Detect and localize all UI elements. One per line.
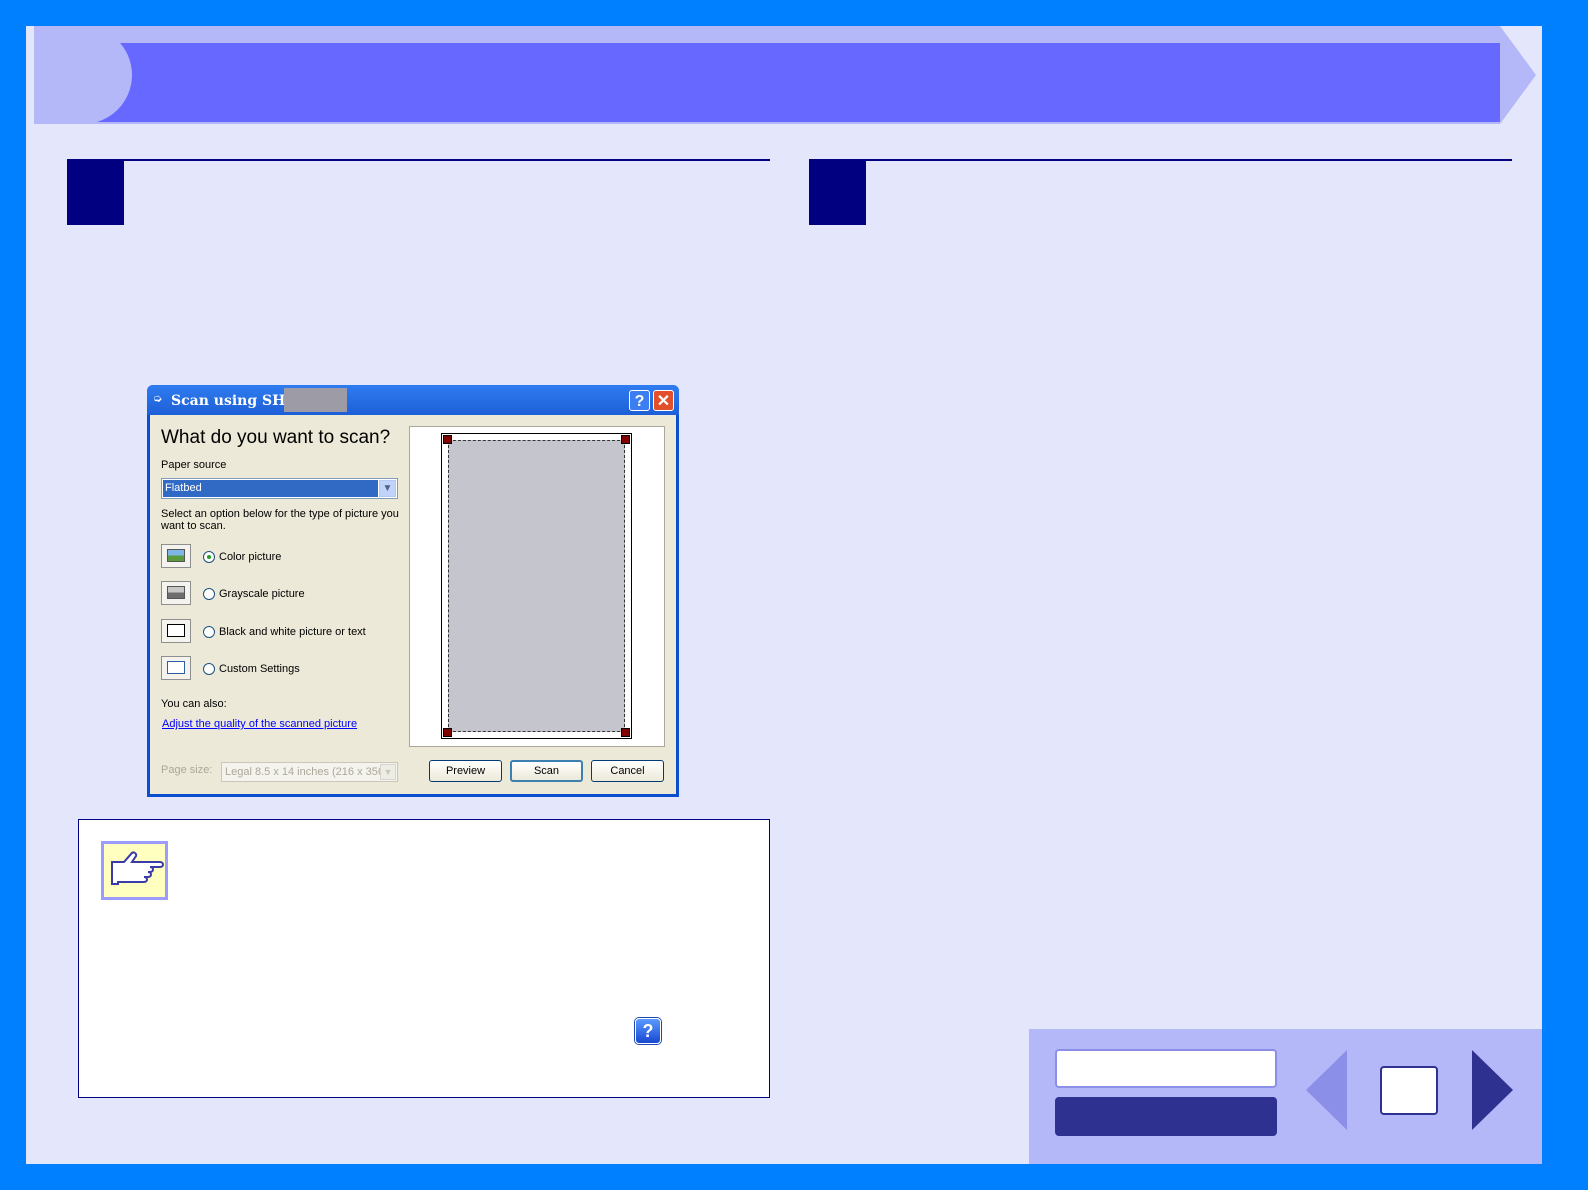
crop-handle-bottom-right[interactable] xyxy=(621,728,630,737)
color-picture-icon xyxy=(161,544,191,568)
page-number-box xyxy=(1380,1066,1438,1115)
step-2-rule xyxy=(866,159,1512,161)
grayscale-picture-label[interactable]: Grayscale picture xyxy=(219,588,305,600)
black-white-picture-icon xyxy=(161,619,191,643)
black-white-picture-label[interactable]: Black and white picture or text xyxy=(219,626,366,638)
step-1-rule xyxy=(124,159,770,161)
color-picture-label[interactable]: Color picture xyxy=(219,551,281,563)
previous-page-arrow-icon[interactable] xyxy=(1306,1050,1347,1130)
page-size-label: Page size: xyxy=(161,764,213,776)
dialog-heading: What do you want to scan? xyxy=(161,427,391,448)
grayscale-picture-icon xyxy=(161,581,191,605)
custom-settings-icon xyxy=(161,656,191,680)
pointing-hand-icon xyxy=(101,841,168,900)
scan-dialog: ➭ Scan using SHARP ? ✕ What do you want … xyxy=(147,385,679,797)
header-title-bar xyxy=(82,43,1500,122)
you-can-also-label: You can also: xyxy=(161,698,227,710)
color-picture-radio[interactable] xyxy=(203,551,215,563)
custom-settings-radio[interactable] xyxy=(203,663,215,675)
page-size-select: Legal 8.5 x 14 inches (216 x 356 ▼ xyxy=(221,762,398,782)
model-name-redaction xyxy=(284,388,347,412)
header-circle xyxy=(34,26,132,124)
grayscale-picture-radio[interactable] xyxy=(203,588,215,600)
scan-selection[interactable] xyxy=(448,440,625,732)
dialog-client: What do you want to scan? Paper source F… xyxy=(150,415,676,794)
scan-page-frame xyxy=(441,433,632,739)
step-1-marker xyxy=(67,159,124,225)
preview-button[interactable]: Preview xyxy=(429,760,502,782)
title-close-button[interactable]: ✕ xyxy=(653,390,674,411)
chevron-down-icon[interactable]: ▼ xyxy=(379,480,396,497)
nav-button-top[interactable] xyxy=(1055,1049,1277,1088)
cancel-button[interactable]: Cancel xyxy=(591,760,664,782)
header-arrow xyxy=(1500,26,1536,124)
custom-settings-label[interactable]: Custom Settings xyxy=(219,663,300,675)
title-help-button[interactable]: ? xyxy=(629,390,650,411)
scanner-icon: ➭ xyxy=(153,393,163,405)
step-2-marker xyxy=(809,159,866,225)
help-icon: ? xyxy=(635,1018,661,1044)
adjust-quality-link[interactable]: Adjust the quality of the scanned pictur… xyxy=(162,718,357,730)
next-page-arrow-icon[interactable] xyxy=(1472,1050,1513,1130)
black-white-picture-radio[interactable] xyxy=(203,626,215,638)
crop-handle-top-left[interactable] xyxy=(443,435,452,444)
chevron-down-icon: ▼ xyxy=(380,764,396,780)
scan-type-instruction: Select an option below for the type of p… xyxy=(161,508,399,532)
page-size-value: Legal 8.5 x 14 inches (216 x 356 xyxy=(225,766,385,778)
nav-button-bottom[interactable] xyxy=(1055,1097,1277,1136)
hint-box: ? xyxy=(78,819,770,1098)
crop-handle-bottom-left[interactable] xyxy=(443,728,452,737)
paper-source-value: Flatbed xyxy=(163,480,378,497)
paper-source-select[interactable]: Flatbed ▼ xyxy=(161,478,398,499)
paper-source-label: Paper source xyxy=(161,459,227,471)
dialog-titlebar[interactable]: ➭ Scan using SHARP ? ✕ xyxy=(147,385,679,415)
scan-button[interactable]: Scan xyxy=(510,760,583,782)
scan-preview-area[interactable] xyxy=(409,426,665,747)
crop-handle-top-right[interactable] xyxy=(621,435,630,444)
